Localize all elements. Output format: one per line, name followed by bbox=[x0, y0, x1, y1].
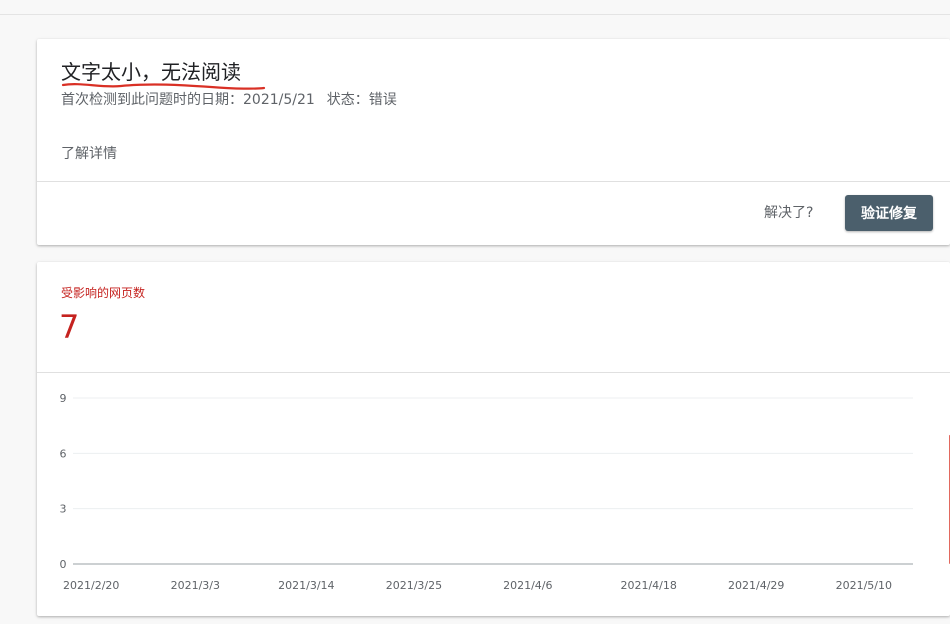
status-value: 错误 bbox=[368, 92, 397, 108]
chart-card-divider bbox=[37, 372, 950, 373]
x-tick-label: 2021/3/3 bbox=[171, 579, 220, 592]
x-tick-label: 2021/4/29 bbox=[728, 579, 784, 592]
issue-title: 文字太小，无法阅读 bbox=[61, 60, 241, 84]
x-tick-label: 2021/3/25 bbox=[386, 579, 442, 592]
affected-pages-chart: 0 3 6 9 2021/2/20 2021/3/3 2021/3/14 2021/3/25 2… bbox=[60, 392, 950, 592]
x-tick-label: 2021/3/14 bbox=[278, 579, 334, 592]
status-label: 状态： bbox=[326, 92, 369, 108]
first-detected-value: 2021/5/21 bbox=[243, 92, 315, 108]
y-tick-label: 0 bbox=[60, 558, 67, 571]
issue-card: 文字太小，无法阅读 首次检测到此问题时的日期：2021/5/21 状态：错误 了解… bbox=[37, 39, 950, 245]
learn-more-link[interactable]: 了解详情 bbox=[61, 144, 117, 164]
resolved-prompt: 解决了? bbox=[764, 205, 814, 221]
y-tick-label: 3 bbox=[60, 503, 67, 516]
verify-fix-button[interactable]: 验证修复 bbox=[845, 195, 933, 231]
x-tick-label: 2021/4/18 bbox=[620, 579, 676, 592]
affected-pages-count: 7 bbox=[59, 308, 80, 346]
x-tick-label: 2021/2/20 bbox=[63, 579, 119, 592]
x-tick-label: 2021/5/10 bbox=[836, 579, 892, 592]
first-detected-label: 首次检测到此问题时的日期： bbox=[61, 92, 243, 108]
affected-pages-label: 受影响的网页数 bbox=[61, 286, 146, 300]
top-bar bbox=[0, 0, 950, 15]
issue-meta: 首次检测到此问题时的日期：2021/5/21 状态：错误 bbox=[61, 90, 397, 110]
y-tick-label: 9 bbox=[60, 392, 67, 405]
x-tick-label: 2021/4/6 bbox=[503, 579, 552, 592]
issue-card-divider bbox=[37, 181, 950, 182]
y-tick-label: 6 bbox=[60, 447, 67, 460]
chart-card: 受影响的网页数 7 0 3 6 9 2021/2/20 2021/3/3 2021/3/14… bbox=[37, 262, 950, 616]
